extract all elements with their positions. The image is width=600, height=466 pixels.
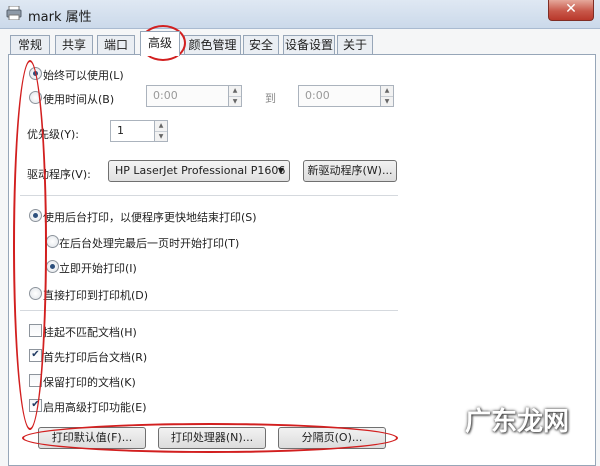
driver-select[interactable]: HP LaserJet Professional P1606 ▼ [108, 160, 290, 182]
print-spooled-first-label: 首先打印后台文档(R) [43, 351, 148, 364]
driver-select-value: HP LaserJet Professional P1606 [115, 164, 286, 177]
divider [20, 195, 398, 196]
from-time-field[interactable]: 0:00 [146, 85, 230, 107]
hold-mismatched-label: 挂起不匹配文档(H) [43, 326, 137, 339]
chevron-down-icon: ▼ [277, 166, 284, 175]
watermark: 广东龙网 [465, 407, 570, 437]
start-immediately-label: 立即开始打印(I) [59, 262, 137, 275]
advanced-features-label: 启用高级打印功能(E) [43, 401, 147, 414]
printing-defaults-button[interactable]: 打印默认值(F)... [38, 427, 146, 449]
available-from-label: 使用时间从(B) [43, 93, 115, 106]
print-direct-label: 直接打印到打印机(D) [43, 289, 149, 302]
new-driver-button[interactable]: 新驱动程序(W)... [303, 160, 397, 182]
to-time-field[interactable]: 0:00 [298, 85, 382, 107]
tab-about[interactable]: 关于 [337, 35, 373, 54]
tab-color-management[interactable]: 颜色管理 [184, 35, 241, 54]
tab-ports[interactable]: 端口 [97, 35, 135, 54]
tab-security[interactable]: 安全 [243, 35, 279, 54]
start-after-last-page-radio[interactable] [46, 235, 59, 248]
spool-radio[interactable] [29, 209, 42, 222]
keep-printed-checkbox[interactable] [29, 374, 42, 387]
close-button[interactable]: ✕ [548, 0, 594, 21]
divider [20, 310, 398, 311]
driver-label: 驱动程序(V): [27, 168, 91, 181]
advanced-features-checkbox[interactable]: ✔ [29, 399, 42, 412]
from-time-stepper[interactable]: ▲ ▼ [228, 85, 242, 107]
priority-stepper[interactable]: ▲ ▼ [154, 120, 168, 142]
available-from-radio[interactable] [29, 91, 42, 104]
tab-advanced[interactable]: 高级 [140, 31, 180, 56]
close-icon: ✕ [565, 1, 577, 17]
spool-label: 使用后台打印，以便程序更快地结束打印(S) [43, 211, 257, 224]
title-bar: mark 属性 ✕ [0, 0, 600, 29]
start-after-last-page-label: 在后台处理完最后一页时开始打印(T) [59, 237, 240, 250]
start-immediately-radio[interactable] [46, 260, 59, 273]
tab-general[interactable]: 常规 [10, 35, 50, 54]
tab-sharing[interactable]: 共享 [55, 35, 93, 54]
priority-field[interactable]: 1 [110, 120, 156, 142]
keep-printed-label: 保留打印的文档(K) [43, 376, 136, 389]
priority-label: 优先级(Y): [27, 128, 80, 141]
window-title: mark 属性 [28, 10, 92, 25]
to-time-stepper[interactable]: ▲ ▼ [380, 85, 394, 107]
print-direct-radio[interactable] [29, 287, 42, 300]
to-label: 到 [265, 92, 276, 105]
print-spooled-first-checkbox[interactable]: ✔ [29, 349, 42, 362]
tab-device-settings[interactable]: 设备设置 [283, 35, 335, 54]
always-available-label: 始终可以使用(L) [43, 69, 124, 82]
printer-icon [6, 6, 22, 20]
print-processor-button[interactable]: 打印处理器(N)... [158, 427, 266, 449]
separator-page-button[interactable]: 分隔页(O)... [278, 427, 386, 449]
always-available-radio[interactable] [29, 67, 42, 80]
hold-mismatched-checkbox[interactable] [29, 324, 42, 337]
